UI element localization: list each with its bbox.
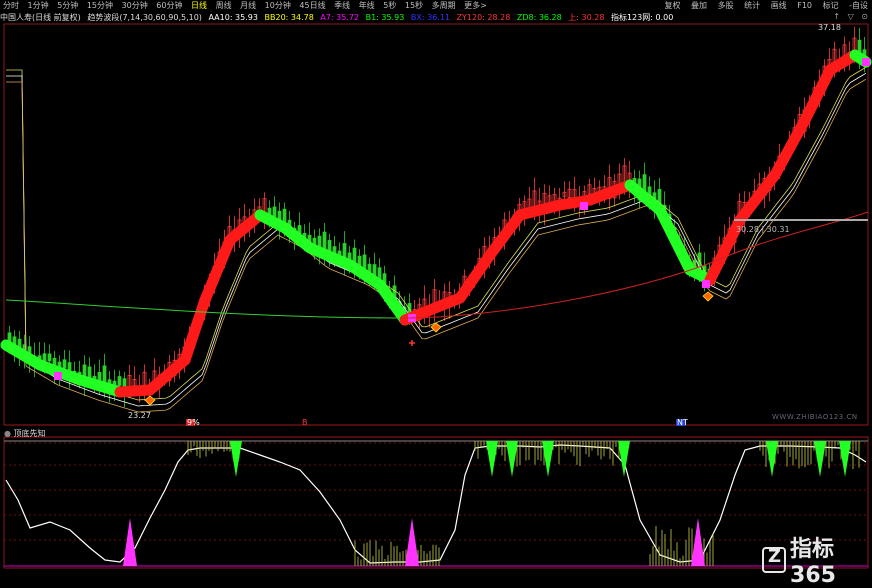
trend-band (660, 210, 690, 270)
turn-marker (862, 58, 870, 66)
crosshair-label: 30.28 | 30.31 (736, 225, 790, 234)
candle-body (63, 360, 66, 368)
candle-body (273, 207, 276, 216)
ma-line (6, 73, 866, 406)
kline-chart[interactable]: 37.18 23.27 30.28 | 30.31 9% B NT (0, 0, 872, 572)
diamond-icon (703, 292, 713, 301)
diamond-icon (145, 396, 155, 405)
ma-line (6, 79, 866, 412)
event-marker-label: B (302, 418, 308, 427)
top-signal (506, 441, 518, 477)
lower-indicator-name[interactable]: 顶底先知 (14, 429, 46, 438)
turn-marker (580, 202, 588, 210)
brand-text: 指标365 (790, 531, 872, 588)
top-signal (486, 441, 498, 477)
bottom-signal (123, 518, 137, 566)
top-signal (766, 441, 778, 477)
high-price-label: 37.18 (818, 23, 841, 32)
trend-band (590, 185, 630, 200)
candle-body (48, 354, 51, 361)
trend-band (205, 240, 230, 300)
bottom-signal (405, 518, 419, 566)
top-signal (230, 441, 242, 477)
long-ma-red (400, 212, 868, 318)
brand-icon (762, 547, 786, 573)
event-marker-label: 9% (187, 418, 200, 427)
turn-marker (702, 280, 710, 288)
lower-panel-title: ● 顶底先知 (4, 428, 46, 439)
candle-body (373, 265, 376, 276)
watermark: WWW.ZHIBIAO123.CN (772, 413, 858, 421)
low-price-label: 23.27 (128, 411, 151, 420)
trend-band (185, 300, 205, 360)
candle-body (118, 377, 121, 386)
trend-band (805, 70, 830, 120)
circle-icon: ● (4, 429, 11, 438)
top-signal (814, 441, 826, 477)
brand-logo: 指标365 (762, 531, 872, 588)
event-marker-label: NT (677, 418, 688, 427)
bottom-signal (691, 518, 705, 566)
turn-marker (54, 372, 62, 380)
buy-arrow-icon (409, 340, 415, 346)
